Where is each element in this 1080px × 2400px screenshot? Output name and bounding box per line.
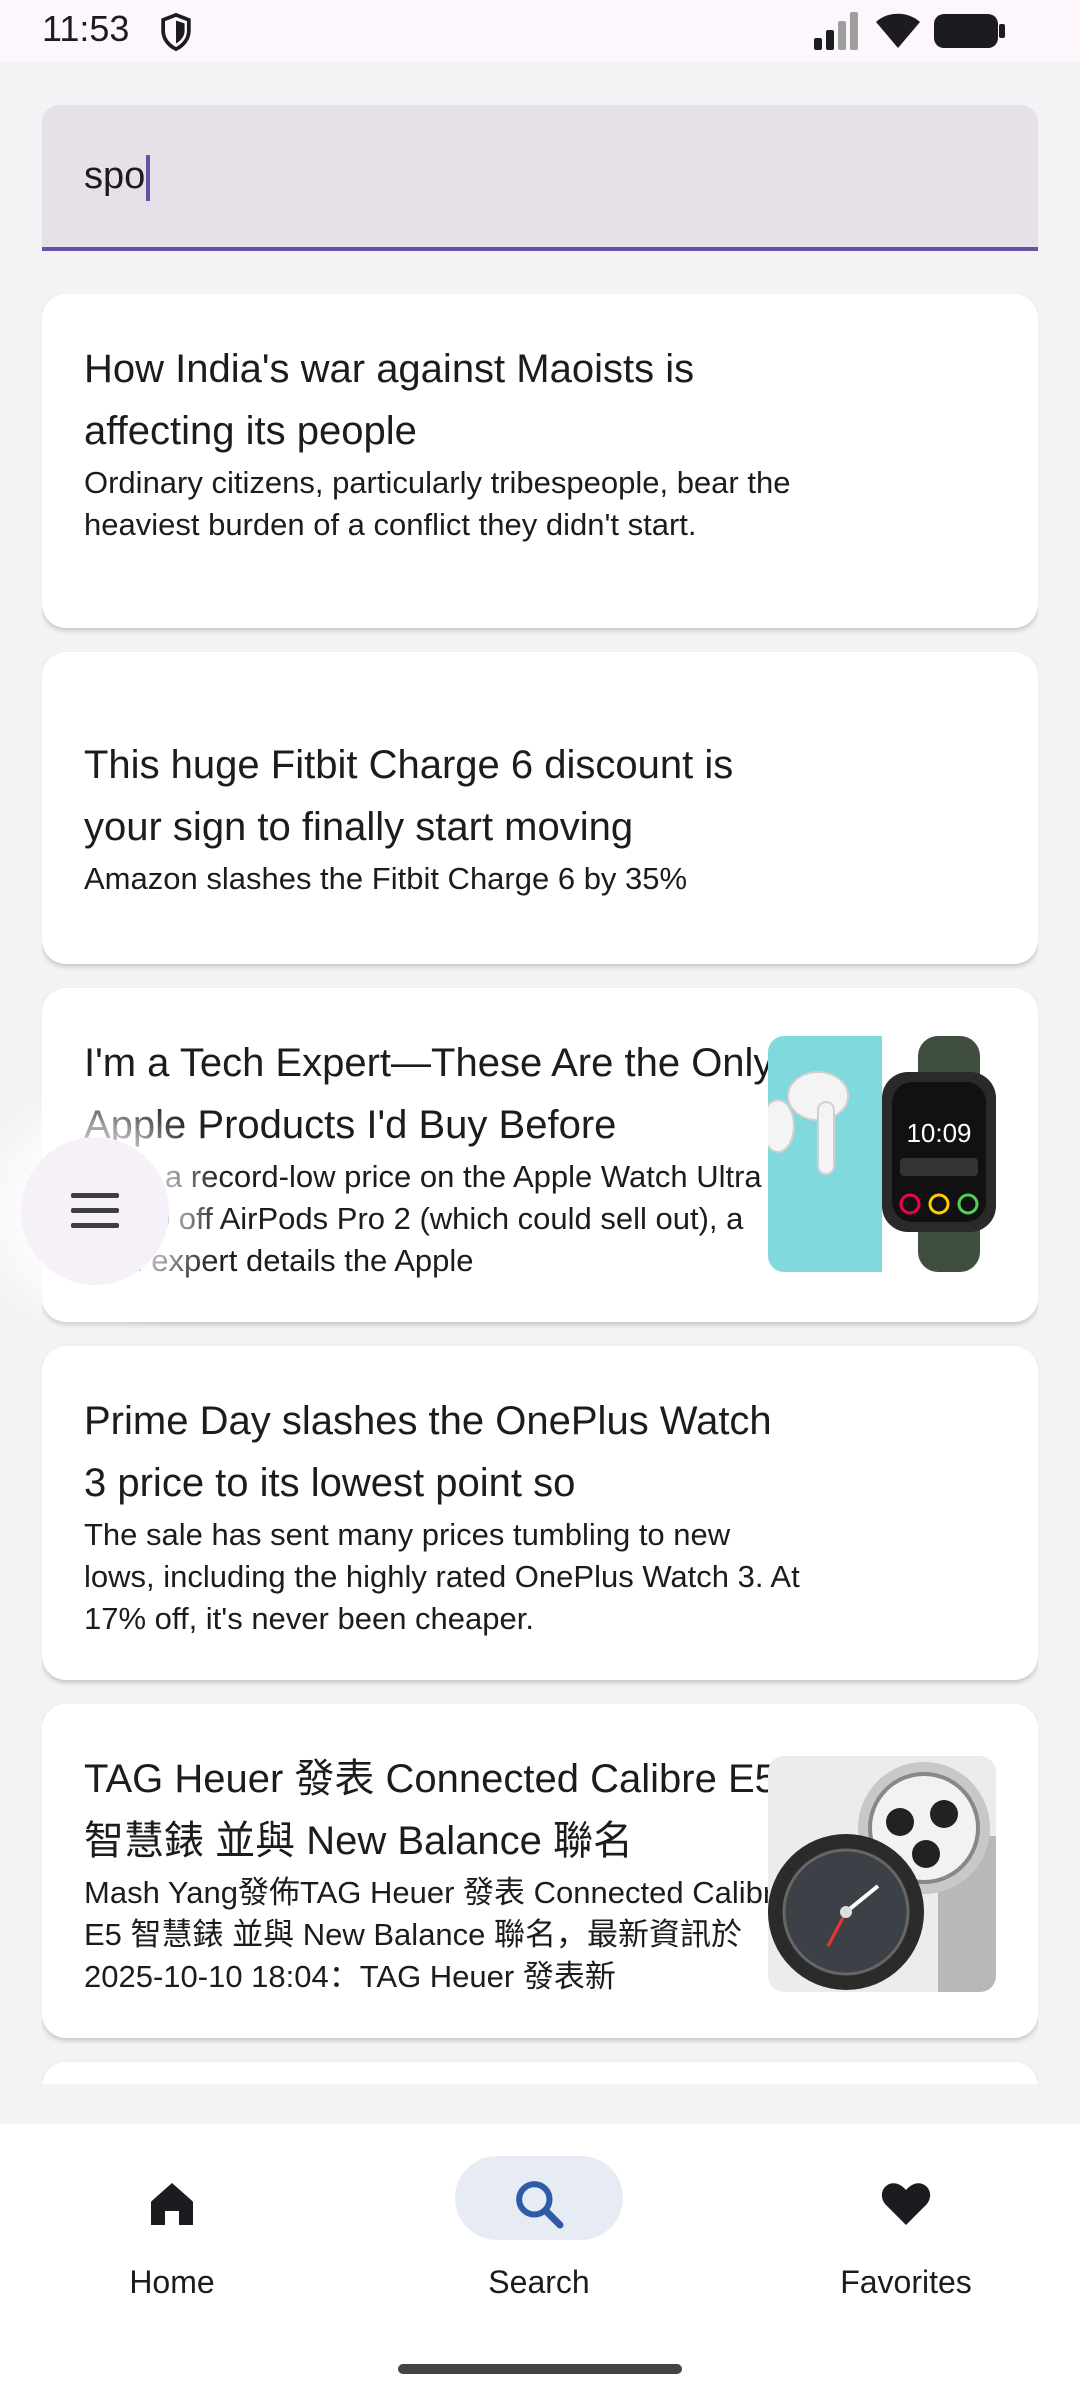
text-cursor [146, 155, 150, 201]
result-card[interactable]: How India's war against Maoists is affec… [42, 294, 1038, 628]
search-input[interactable] [84, 105, 984, 247]
signal-icon [814, 12, 858, 50]
result-title: I'm a Tech Expert—These Are the Only App… [84, 1041, 774, 1147]
result-text: I'm a Tech Expert—These Are the Only App… [84, 1032, 804, 1282]
shield-icon [161, 12, 191, 52]
menu-icon [71, 1193, 119, 1228]
status-time: 11:53 [42, 8, 130, 49]
result-text: This huge Fitbit Charge 6 discount is yo… [84, 734, 804, 900]
search-field[interactable] [42, 105, 1038, 251]
search-icon [516, 2181, 564, 2229]
results-list[interactable]: How India's war against Maoists is affec… [42, 294, 1038, 2084]
airpods-and-apple-watch-image: 10:09 [768, 1036, 996, 1272]
battery-icon [934, 14, 1005, 48]
result-text: TAG Heuer 發表 Connected Calibre E5 智慧錶 並與… [84, 1748, 804, 1998]
gesture-bar[interactable] [398, 2364, 682, 2374]
result-card[interactable]: Prime Day slashes the OnePlus Watch 3 pr… [42, 1346, 1038, 1680]
nav-search[interactable]: Search [403, 2156, 643, 2306]
status-bar: 11:53 [0, 0, 1080, 62]
result-description: Amazon slashes the Fitbit Charge 6 by 35… [84, 861, 688, 896]
nav-home[interactable]: Home [36, 2156, 276, 2306]
tag-heuer-watch-image [768, 1756, 996, 1992]
nav-favorites-label: Favorites [840, 2264, 972, 2300]
result-title: TAG Heuer 發表 Connected Calibre E5 智慧錶 並與… [84, 1757, 777, 1863]
menu-button[interactable] [21, 1137, 169, 1285]
result-description: Mash Yang發佈TAG Heuer 發表 Connected Calibr… [84, 1875, 791, 1994]
result-card[interactable] [42, 2062, 1038, 2084]
result-text: Prime Day slashes the OnePlus Watch 3 pr… [84, 1390, 804, 1640]
nav-home-label: Home [129, 2264, 215, 2300]
result-card[interactable]: I'm a Tech Expert—These Are the Only App… [42, 988, 1038, 1322]
result-card[interactable]: This huge Fitbit Charge 6 discount is yo… [42, 652, 1038, 964]
home-icon [151, 2183, 193, 2225]
result-description: The sale has sent many prices tumbling t… [84, 1517, 800, 1636]
svg-text:10:09: 10:09 [906, 1118, 971, 1148]
result-card[interactable]: TAG Heuer 發表 Connected Calibre E5 智慧錶 並與… [42, 1704, 1038, 2038]
nav-search-label: Search [488, 2264, 590, 2300]
wifi-icon [876, 13, 920, 48]
result-title: This huge Fitbit Charge 6 discount is yo… [84, 743, 734, 849]
result-title: How India's war against Maoists is affec… [84, 347, 695, 453]
nav-favorites[interactable]: Favorites [770, 2156, 1010, 2306]
result-title: Prime Day slashes the OnePlus Watch 3 pr… [84, 1399, 772, 1505]
result-description: From a record-low price on the Apple Wat… [84, 1159, 788, 1278]
result-description: Ordinary citizens, particularly tribespe… [84, 465, 791, 542]
result-text: How India's war against Maoists is affec… [84, 338, 804, 588]
bottom-navigation: Home Search Favorites [0, 2124, 1080, 2400]
heart-icon [881, 2183, 931, 2225]
